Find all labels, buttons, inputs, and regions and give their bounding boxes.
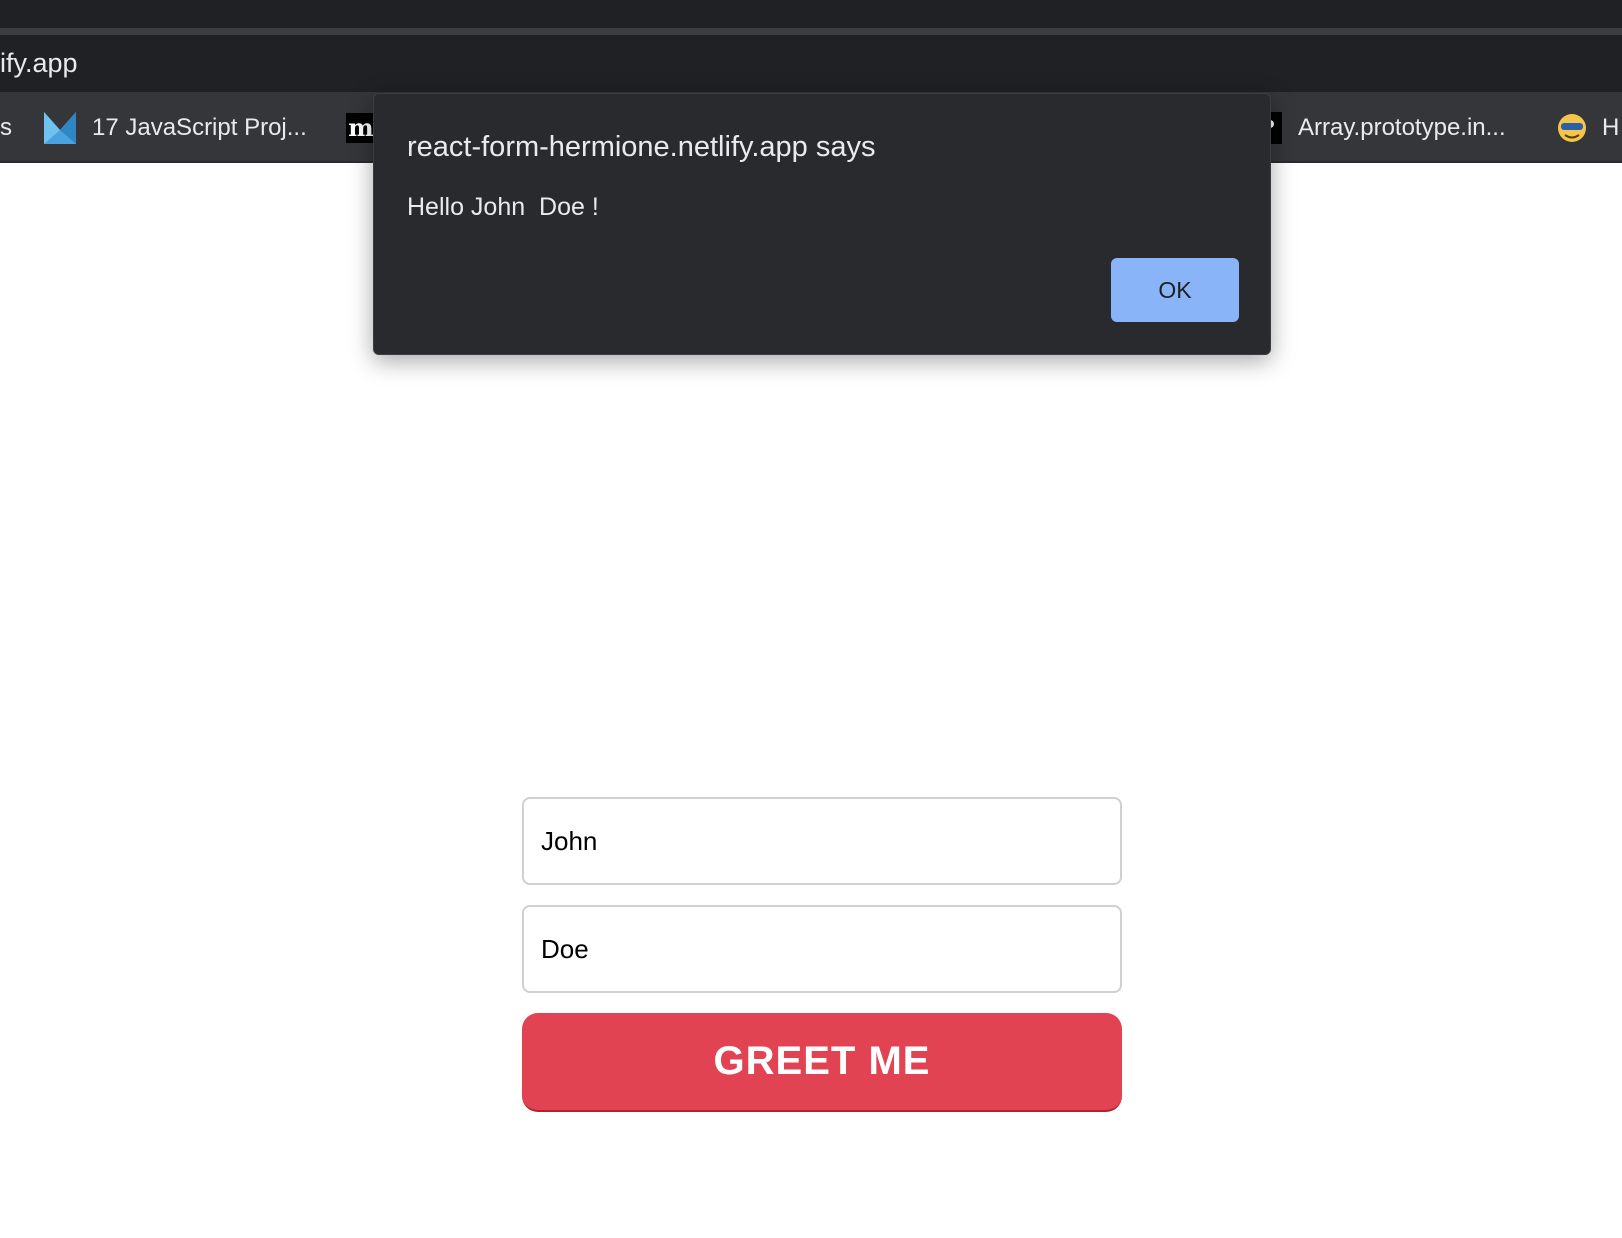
bookmark-label: H [1602,113,1620,141]
address-bar-url[interactable]: ify.app [0,48,78,78]
cartoon-face-icon [1558,113,1586,142]
bookmark-label: 17 JavaScript Proj... [92,113,307,141]
first-name-input[interactable] [522,797,1122,885]
last-name-input[interactable] [522,905,1122,993]
tab-strip-divider [0,28,1622,35]
ok-button[interactable]: OK [1111,258,1239,322]
bookmark-item-javascript-projects[interactable]: 17 JavaScript Proj... [44,92,307,163]
browser-toolbar: ify.app [0,35,1622,92]
m-logo-icon [44,111,76,144]
bookmark-item-array-prototype[interactable]: Array.prototype.in... [1264,92,1506,163]
dialog-message: Hello John Doe ! [407,193,599,221]
bookmark-item-1[interactable]: s [0,92,12,163]
greet-me-button[interactable]: GREET ME [522,1013,1122,1112]
bookmark-label: s [0,113,12,141]
bookmark-item-medium[interactable]: m [346,92,376,163]
alert-dialog: react-form-hermione.netlify.app says Hel… [373,93,1271,355]
tab-strip [0,0,1622,28]
bookmark-label: Array.prototype.in... [1298,113,1506,141]
medium-m-icon: m [346,112,376,143]
dialog-title: react-form-hermione.netlify.app says [407,131,876,163]
bookmark-item-h[interactable]: H [1556,92,1619,163]
